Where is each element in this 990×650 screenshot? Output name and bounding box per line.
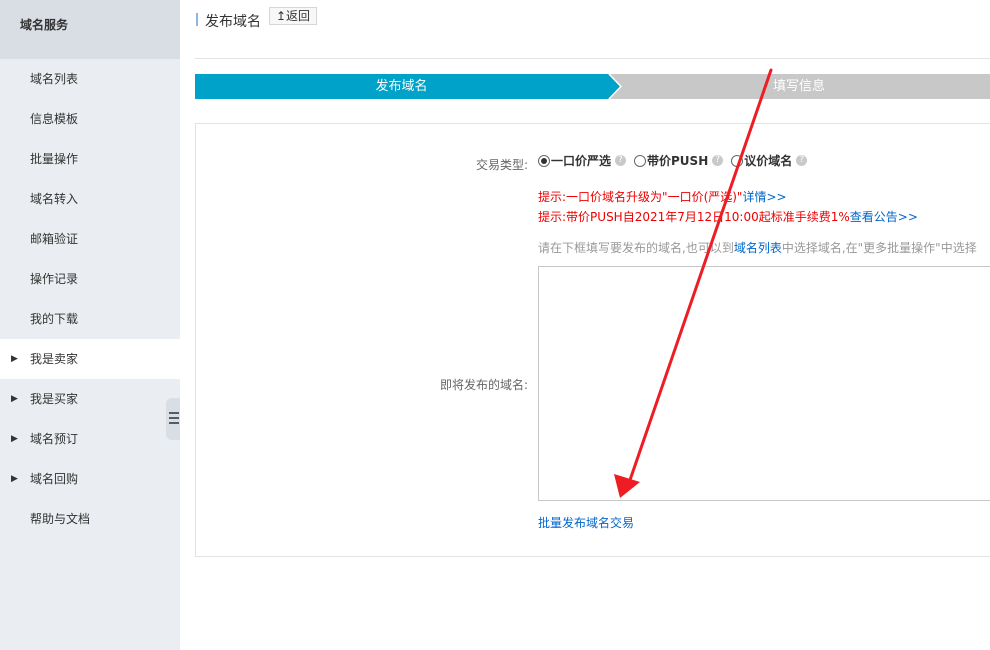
sidebar-item-label: 邮箱验证 [30,232,79,246]
sidebar-item-domain-reserve[interactable]: ▶ 域名预订 [0,419,180,459]
announcement-link[interactable]: 查看公告>> [850,210,918,224]
tip-fixed-price: 提示:一口价域名升级为"一口价(严选)"详情>> [538,188,787,205]
sidebar-item-label: 操作记录 [30,272,79,286]
caret-right-icon: ▶ [11,354,18,364]
sidebar-item-label: 域名回购 [30,472,79,486]
step-publish-domain: 发布域名 [195,74,608,99]
sidebar-item-label: 我是买家 [30,392,79,406]
domain-list-link[interactable]: 域名列表 [734,241,782,255]
menu-icon-bar [169,412,179,414]
step-fill-info: 填写信息 [608,74,990,99]
menu-icon-bar [169,417,179,419]
sidebar-item-label: 我的下载 [30,312,79,326]
sidebar-item-help-docs[interactable]: 帮助与文档 [0,499,180,539]
sidebar-item-seller[interactable]: ▶ 我是卖家 [0,339,180,379]
help-icon[interactable]: ? [615,155,627,166]
help-icon[interactable]: ? [712,155,724,166]
sidebar-item-email-verify[interactable]: 邮箱验证 [0,219,180,259]
help-icon[interactable]: ? [796,155,808,166]
domain-hint: 请在下框填写要发布的域名,也可以到域名列表中选择域名,在"更多批量操作"中选择 [538,239,977,256]
trade-type-label: 交易类型: [475,158,528,172]
radio-label-price-push: 带价PUSH [647,154,709,168]
back-button[interactable]: ↥返回 [269,7,318,25]
sidebar-item-info-template[interactable]: 信息模板 [0,99,180,139]
radio-negotiable[interactable] [731,154,744,167]
progress-steps: 发布域名 填写信息 [195,74,990,99]
sidebar: 域名服务 域名列表 信息模板 批量操作 域名转入 邮箱验证 操作记录 我的下载 … [0,0,180,650]
domains-label: 即将发布的域名: [439,378,528,392]
publish-form: 交易类型: 一口价严选? 带价PUSH? 议价域名? 提示:一口价域名升级为"一口价… [195,123,990,557]
divider [195,58,990,59]
sidebar-header: 域名服务 [0,0,180,59]
domains-textarea[interactable] [538,266,990,501]
sidebar-item-my-downloads[interactable]: 我的下载 [0,299,180,339]
sidebar-item-label: 我是卖家 [30,352,79,366]
sidebar-item-label: 域名预订 [30,432,79,446]
tip-text: 提示:一口价域名升级为"一口价(严选)" [538,190,743,204]
tip-price-push: 提示:带价PUSH自2021年7月12日10:00起标准手续费1%查看公告>> [538,208,918,225]
page-title: 发布域名 [205,14,261,30]
caret-right-icon: ▶ [11,394,18,404]
trade-type-options: 一口价严选? 带价PUSH? 议价域名? [538,152,815,168]
sidebar-item-domain-transfer[interactable]: 域名转入 [0,179,180,219]
sidebar-collapse-toggle[interactable] [166,398,180,440]
sidebar-item-batch-operation[interactable]: 批量操作 [0,139,180,179]
caret-right-icon: ▶ [11,434,18,444]
sidebar-item-operation-log[interactable]: 操作记录 [0,259,180,299]
sidebar-item-buyer[interactable]: ▶ 我是买家 [0,379,180,419]
main-content: 发布域名 ↥返回 发布域名 填写信息 交易类型: 一口价严选? 带价PUSH? 议价… [180,0,990,650]
sidebar-item-label: 帮助与文档 [30,512,91,526]
sidebar-item-domain-buyback[interactable]: ▶ 域名回购 [0,459,180,499]
radio-price-push[interactable] [634,154,647,167]
radio-fixed-price[interactable] [538,154,550,167]
sidebar-item-label: 域名列表 [30,72,79,86]
radio-label-negotiable: 议价域名 [744,154,793,168]
menu-icon-bar [169,422,179,424]
details-link[interactable]: 详情>> [742,190,786,204]
hint-text: 请在下框填写要发布的域名,也可以到 [538,241,734,255]
title-marker [196,13,198,26]
sidebar-item-label: 信息模板 [30,112,79,126]
sidebar-item-domain-list[interactable]: 域名列表 [0,59,180,99]
hint-text: 中选择域名,在"更多批量操作"中选择 [781,241,977,255]
caret-right-icon: ▶ [11,474,18,484]
batch-publish-link[interactable]: 批量发布域名交易 [538,514,634,531]
tip-text: 提示:带价PUSH自2021年7月12日10:00起标准手续费1% [538,210,850,224]
sidebar-item-label: 域名转入 [30,192,79,206]
sidebar-item-label: 批量操作 [30,152,79,166]
radio-label-fixed-price: 一口价严选 [551,154,612,168]
step-arrow-icon [608,74,622,99]
